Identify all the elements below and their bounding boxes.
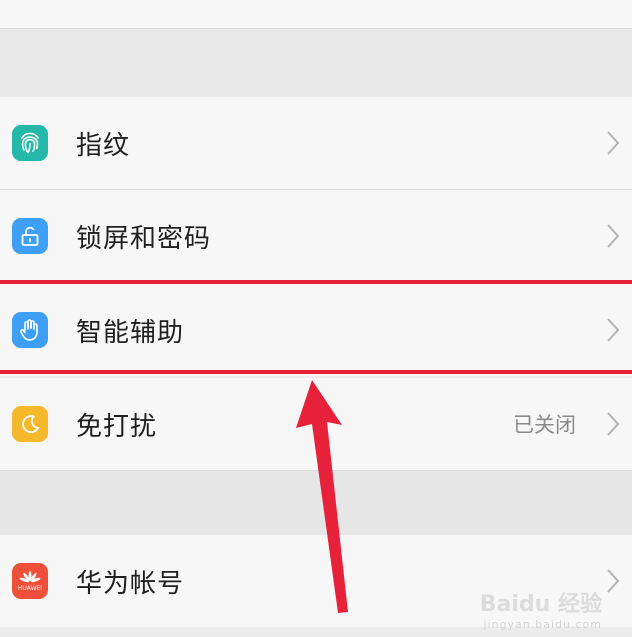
watermark-sub: jingyan.baidu.com xyxy=(483,618,602,631)
watermark-main: Baidu 经验 xyxy=(479,592,602,617)
red-arrow-annotation xyxy=(296,380,348,613)
baidu-watermark: Baidu 经验 jingyan.baidu.com xyxy=(480,586,602,631)
